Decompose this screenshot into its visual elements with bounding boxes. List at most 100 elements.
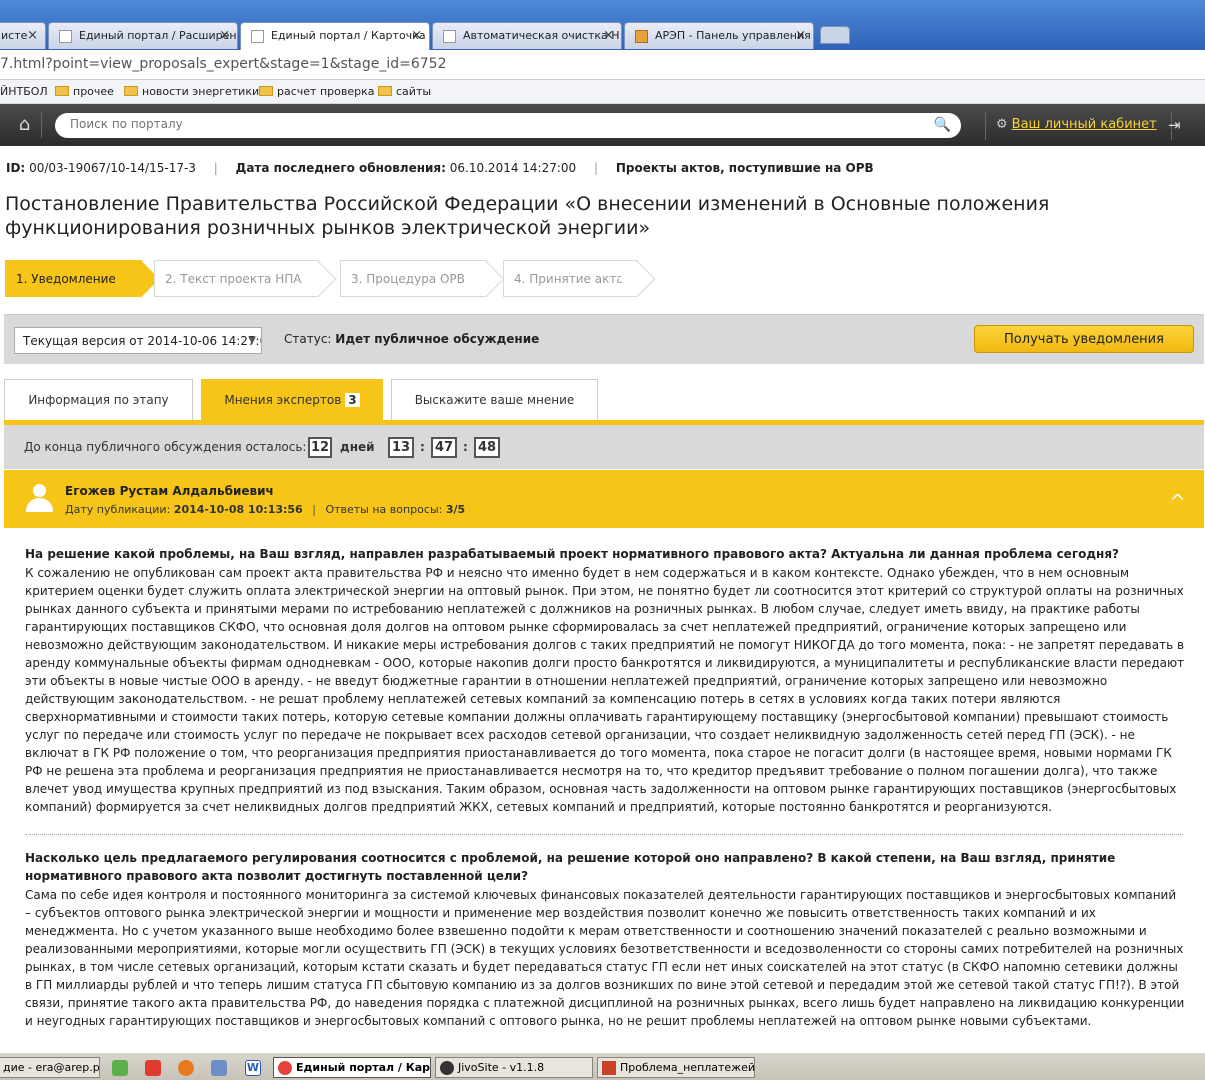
- tab-close-icon[interactable]: ×: [795, 28, 806, 43]
- avatar-body: [26, 498, 53, 512]
- countdown-minutes: 47: [431, 437, 457, 458]
- question-text: Насколько цель предлагаемого регулирован…: [25, 851, 1116, 883]
- countdown-seconds: 48: [474, 437, 500, 458]
- answers-value: 3/5: [445, 503, 466, 516]
- expert-info: Дату публикации: 2014-10-08 10:13:56 | О…: [65, 503, 465, 516]
- tab-close-icon[interactable]: ×: [603, 28, 614, 43]
- new-tab-button[interactable]: [820, 26, 850, 44]
- browser-tab-3[interactable]: Автоматическая очистка Н ×: [432, 22, 622, 49]
- step-arrow: [299, 260, 337, 298]
- subscribe-notifications-button[interactable]: Получать уведомления: [974, 325, 1194, 353]
- status-label: Статус:: [284, 332, 332, 346]
- speaker-icon[interactable]: [211, 1060, 227, 1076]
- word-icon[interactable]: W: [245, 1060, 261, 1076]
- bookmark-folder[interactable]: расчет проверка: [259, 85, 374, 98]
- home-icon[interactable]: ⌂: [8, 112, 42, 138]
- step-notification[interactable]: 1. Уведомление: [5, 260, 160, 298]
- answer-text: К сожалению не опубликован сам проект ак…: [25, 566, 1185, 814]
- collapse-icon[interactable]: ^: [1169, 490, 1186, 514]
- browser-tab-2[interactable]: Единый портал / Карточка ×: [240, 22, 430, 50]
- tab-close-icon[interactable]: ×: [27, 28, 38, 43]
- powerpoint-icon: [602, 1061, 616, 1075]
- taskbar-item-chrome[interactable]: Единый портал / Кар...: [273, 1057, 431, 1078]
- personal-cabinet-link[interactable]: ⚙ Ваш личный кабинет: [985, 112, 1172, 140]
- date-label: Дату публикации:: [65, 503, 171, 516]
- version-select[interactable]: Текущая версия от 2014-10-06 14:27:00 ▼: [14, 327, 262, 354]
- separator: |: [312, 503, 316, 516]
- step-arrow: [467, 260, 505, 298]
- status-value: Идет публичное обсуждение: [335, 332, 540, 346]
- updated-label: Дата последнего обновления:: [235, 161, 446, 175]
- step-orv-procedure[interactable]: 3. Процедура ОРВ: [340, 260, 505, 298]
- separator: |: [594, 161, 599, 175]
- browser-tab-0[interactable]: исте ×: [0, 22, 46, 49]
- taskbar-label: Проблема_неплатежей...: [620, 1061, 755, 1074]
- user-avatar-icon: [24, 484, 54, 514]
- tab-expert-opinions[interactable]: Мнения экспертов 3: [201, 379, 383, 420]
- document-icon: [59, 30, 72, 43]
- bookmark-folder[interactable]: прочее: [55, 85, 114, 98]
- bookmark-label: новости энергетики: [142, 85, 260, 98]
- folder-icon: [259, 86, 273, 96]
- section-label[interactable]: Проекты актов, поступившие на ОРВ: [616, 161, 874, 175]
- flower-icon[interactable]: [112, 1060, 128, 1076]
- tab-label: Информация по этапу: [28, 393, 169, 407]
- browser-tab-1[interactable]: Единый портал / Расширен ×: [48, 22, 238, 49]
- avatar-head: [33, 484, 46, 497]
- tab-title: исте: [1, 29, 28, 42]
- expert-header[interactable]: Егожев Рустам Алдальбиевич Дату публикац…: [4, 470, 1204, 528]
- answers-label: Ответы на вопросы:: [325, 503, 443, 516]
- days-label: дней: [340, 440, 375, 454]
- tab-stage-info[interactable]: Информация по этапу: [4, 379, 193, 420]
- search-box[interactable]: 🔍: [55, 113, 961, 138]
- url-text[interactable]: 7.html?point=view_proposals_expert&stage…: [0, 56, 447, 72]
- taskbar-item-jivosite[interactable]: JivoSite - v1.1.8: [435, 1057, 593, 1078]
- answer-block: На решение какой проблемы, на Ваш взгляд…: [25, 545, 1185, 816]
- updated-value: 06.10.2014 14:27:00: [449, 161, 577, 175]
- id-label: ID:: [6, 161, 26, 175]
- discussion-countdown: До конца публичного обсуждения осталось:…: [4, 425, 1204, 469]
- taskbar-label: Единый портал / Кар...: [296, 1061, 431, 1074]
- bookmark-label: прочее: [73, 85, 114, 98]
- countdown-days: 12: [308, 437, 332, 458]
- colon: :: [420, 440, 425, 454]
- browser-tab-4[interactable]: АРЭП - Панель управления ×: [624, 22, 814, 49]
- folder-icon: [124, 86, 138, 96]
- bookmark-folder[interactable]: сайты: [378, 85, 431, 98]
- step-label: 4. Принятие акта: [514, 272, 624, 286]
- step-npa-text[interactable]: 2. Текст проекта НПА: [154, 260, 337, 298]
- yandex-icon[interactable]: [145, 1060, 161, 1076]
- tab-title: Автоматическая очистка Н: [463, 29, 620, 42]
- chevron-down-icon: ▼: [248, 335, 256, 346]
- tab-close-icon[interactable]: ×: [219, 28, 230, 43]
- tab-close-icon[interactable]: ×: [411, 28, 422, 43]
- tab-label: Выскажите ваше мнение: [414, 393, 575, 407]
- bookmarks-bar: ЙНТБОЛ прочее новости энергетики расчет …: [0, 80, 1205, 104]
- taskbar-item-mail[interactable]: дие - era@arep.p...: [0, 1057, 100, 1078]
- bookmark-item[interactable]: ЙНТБОЛ: [0, 85, 48, 98]
- version-bar: Текущая версия от 2014-10-06 14:27:00 ▼ …: [4, 314, 1204, 364]
- folder-icon: [55, 86, 69, 96]
- exit-icon[interactable]: ⇥: [1168, 116, 1181, 134]
- separator: |: [213, 161, 218, 175]
- search-icon[interactable]: 🔍: [934, 117, 951, 133]
- version-selected: Текущая версия от 2014-10-06 14:27:00: [23, 334, 262, 348]
- tab-leave-opinion[interactable]: Выскажите ваше мнение: [391, 379, 598, 420]
- bookmark-folder[interactable]: новости энергетики: [124, 85, 259, 98]
- address-bar[interactable]: 7.html?point=view_proposals_expert&stage…: [0, 50, 1205, 80]
- bookmark-label: сайты: [396, 85, 432, 98]
- browser-tab-strip: исте × Единый портал / Расширен × Единый…: [0, 0, 1205, 50]
- gear-icon: ⚙: [996, 117, 1008, 132]
- step-label: 2. Текст проекта НПА: [165, 272, 302, 286]
- colon: :: [463, 440, 468, 454]
- answer-text: Сама по себе идея контроля и постоянного…: [25, 888, 1185, 1028]
- search-input[interactable]: [70, 117, 920, 131]
- document-icon: [443, 30, 456, 43]
- firefox-icon[interactable]: [178, 1060, 194, 1076]
- os-taskbar: дие - era@arep.p... W Единый портал / Ка…: [0, 1052, 1205, 1080]
- taskbar-item-powerpoint[interactable]: Проблема_неплатежей...: [597, 1057, 755, 1078]
- divider: [25, 834, 1183, 835]
- step-act-adoption[interactable]: 4. Принятие акта: [503, 260, 656, 298]
- date-value: 2014-10-08 10:13:56: [173, 503, 303, 516]
- step-arrow: [618, 260, 656, 298]
